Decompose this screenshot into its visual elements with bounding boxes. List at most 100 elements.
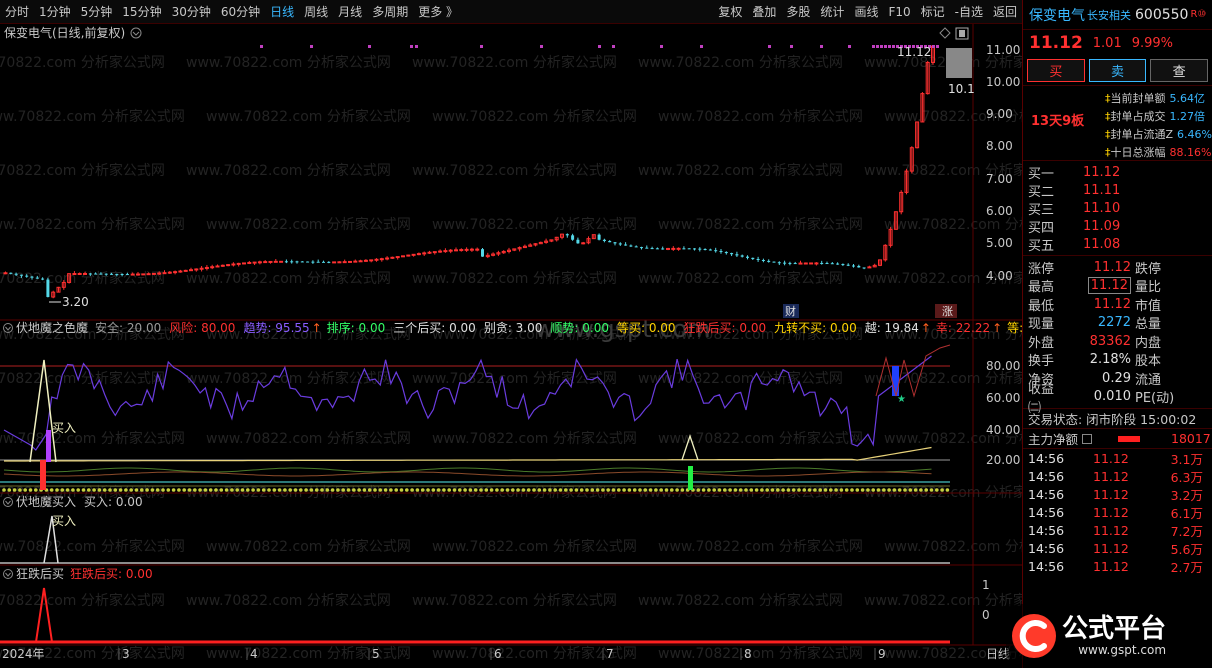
main-flow-label: 主力净额	[1028, 432, 1079, 447]
orderbook-row[interactable]: 买一 11.12	[1023, 163, 1212, 182]
toolbar-action[interactable]: 叠加	[747, 0, 781, 24]
period-tab[interactable]: 分时	[0, 0, 34, 24]
limit-up-streak-badge: 13天9板	[1031, 114, 1085, 129]
indicator-3-toggle-icon[interactable]	[3, 569, 13, 579]
period-tab[interactable]: 更多 》	[413, 0, 463, 24]
indicator-1-item: 越: 19.84	[865, 321, 919, 335]
period-tab[interactable]: 多周期	[367, 0, 413, 24]
stock-header: 保变电气 长安相关 600550 R⑩	[1023, 0, 1212, 30]
flow-settings-icon[interactable]	[1082, 433, 1093, 444]
period-tab[interactable]: 5分钟	[76, 0, 118, 24]
orderbook-row[interactable]: 买二 11.11	[1023, 181, 1212, 200]
seal-row: ‡封单占成交 1.27倍	[1105, 110, 1205, 123]
indicator-1-item-arrow: ↑	[312, 321, 322, 335]
watermark-text: www.70822.com 分析家公式网	[638, 162, 843, 179]
toolbar-action[interactable]: 多股	[781, 0, 815, 24]
orderbook-row[interactable]: 买五 11.08	[1023, 235, 1212, 254]
current-label: 10.1	[948, 82, 975, 96]
toolbar-action[interactable]: -自选	[950, 0, 988, 24]
date-tick: 9	[878, 647, 886, 661]
seal-row: ‡十日总涨幅 88.16%	[1105, 146, 1212, 159]
watermark-text: www.70822.com 分析家公式网	[186, 592, 391, 609]
last-price: 11.12	[1029, 33, 1083, 53]
indicator-1: 伏地魔之色魔 安全: 20.00 风险: 80.00 趋势: 95.55 ↑ 排序: 0…	[0, 320, 1035, 492]
watermark-text: www.70822.com 分析家公式网	[412, 592, 617, 609]
orderbook-row[interactable]: 买四 11.09	[1023, 217, 1212, 236]
yellow-line	[4, 446, 932, 462]
limit-up-marker-label: 涨	[942, 305, 953, 318]
query-button[interactable]: 查	[1150, 59, 1209, 82]
watermark-text: www.70822.com 分析家公式网	[186, 162, 391, 179]
toolbar-action[interactable]: 画线	[849, 0, 883, 24]
tick-row: 14:56 11.12 5.6万	[1028, 540, 1203, 557]
indicator-3-axis-0: 0	[982, 608, 990, 622]
chart-settings-icon[interactable]	[939, 27, 951, 39]
kline-chart[interactable]: www.70822.com 分析家公式网 www.70822.com 分析家公式网…	[0, 24, 1089, 668]
period-toolbar: 分时 1分钟 5分钟 15分钟 30分钟 60分钟 日线 周线 月线 多周期 更多 》 复权 叠加 多股…	[0, 0, 1022, 24]
toolbar-action[interactable]: 标记	[916, 0, 950, 24]
date-tick: 6	[494, 647, 502, 661]
buy-signal-label: 买入	[52, 421, 76, 435]
watermark-text: www.70822.com 分析家公式网	[0, 270, 165, 287]
period-tab[interactable]: 1分钟	[34, 0, 76, 24]
period-tab[interactable]: 月线	[333, 0, 367, 24]
price-change-pct: 9.99%	[1131, 35, 1174, 51]
watermark-text: www.70822.com 分析家公式网	[658, 216, 863, 233]
watermark-text: www.70822.com 分析家公式网	[206, 645, 411, 662]
watermark-text: www.70822.com 分析家公式网	[432, 538, 637, 555]
stock-name[interactable]: 保变电气	[1029, 5, 1085, 25]
indicator-1-item-arrow: ↑	[921, 321, 931, 335]
brown-line	[3, 471, 932, 477]
date-tick: 5	[372, 647, 380, 661]
stat-row: 换手 2.18% 股本	[1028, 352, 1162, 370]
watermark: www.70822.com 分析家公式网 www.70822.com 分析家公式网…	[0, 54, 1089, 662]
low-label: 3.20	[62, 295, 89, 309]
orderbook-row[interactable]: 买三 11.10	[1023, 199, 1212, 218]
finance-marker-label: 财	[785, 304, 796, 318]
period-tab[interactable]: 周线	[299, 0, 333, 24]
toolbar-action[interactable]: 返回	[988, 0, 1022, 24]
date-tick: 3	[122, 647, 130, 661]
indicator-1-item: 顺势: 0.00	[550, 321, 609, 335]
main-flow-value: 18017	[1171, 431, 1211, 446]
stat-row: 收益㈡ 0.010 PE(动)	[1028, 381, 1175, 416]
watermark-text: www.70822.com 分析家公式网	[658, 108, 863, 125]
related-link[interactable]: 长安相关	[1087, 7, 1131, 23]
indicator-3-value: 狂跌后买: 0.00	[70, 566, 153, 581]
indicator-1-item: 幸: 22.22	[936, 321, 990, 335]
toolbar-action[interactable]: 统计	[815, 0, 849, 24]
watermark-text: www.70822.com 分析家公式网	[0, 162, 165, 179]
period-tab[interactable]: 日线	[265, 0, 299, 24]
watermark-text: www.70822.com 分析家公式网	[638, 592, 843, 609]
sell-button[interactable]: 卖	[1088, 59, 1147, 82]
toolbar-action[interactable]: 复权	[713, 0, 747, 24]
buy-button[interactable]: 买	[1027, 59, 1085, 82]
stat-row: 现量 2272 总量	[1028, 315, 1162, 333]
watermark-text: www.70822.com 分析家公式网	[638, 54, 843, 71]
indicator-1-item: 安全: 20.00	[95, 320, 161, 335]
period-tab[interactable]: 30分钟	[167, 0, 216, 24]
watermark-text: www.70822.com 分析家公式网	[884, 538, 1022, 555]
period-tab[interactable]: 60分钟	[216, 0, 265, 24]
order-book: 买一 11.12 买二 11.11 买三 11.10 买四 11.09 买五 11.08	[1023, 161, 1212, 256]
high-label: 11.12	[897, 45, 931, 59]
watermark-text: www.70822.com 分析家公式网	[206, 430, 411, 447]
chart-title-dropdown-icon[interactable]	[130, 27, 142, 39]
watermark-text: www.70822.com 分析家公式网	[0, 538, 185, 555]
indicator-1-axis-tick: 40.00	[986, 423, 1020, 437]
watermark-text: www.70822.com 分析家公式网	[658, 538, 863, 555]
toolbar-action[interactable]: F10	[883, 0, 915, 24]
watermark-text: www.70822.com 分析家公式网	[0, 370, 165, 387]
indicator-1-item-arrow: ↑	[992, 321, 1002, 335]
watermark-text: www.70822.com 分析家公式网	[864, 592, 1022, 609]
watermark-text: www.70822.com 分析家公式网	[206, 216, 411, 233]
price-tick: 10.00	[986, 75, 1020, 89]
stat-row: 外盘 83362 内盘	[1028, 333, 1162, 351]
flow-bar	[1118, 436, 1140, 442]
quote-panel: 保变电气 长安相关 600550 R⑩ 11.12 1.01 9.99% 买 卖…	[1022, 0, 1212, 668]
period-tab[interactable]: 15分钟	[117, 0, 166, 24]
chart-expand-icon[interactable]	[955, 27, 969, 40]
stat-row: 涨停 11.12 跌停	[1028, 259, 1162, 277]
stat-row: 最高 11.12 量比	[1028, 277, 1162, 296]
watermark-text: www.70822.com 分析家公式网	[0, 430, 185, 447]
